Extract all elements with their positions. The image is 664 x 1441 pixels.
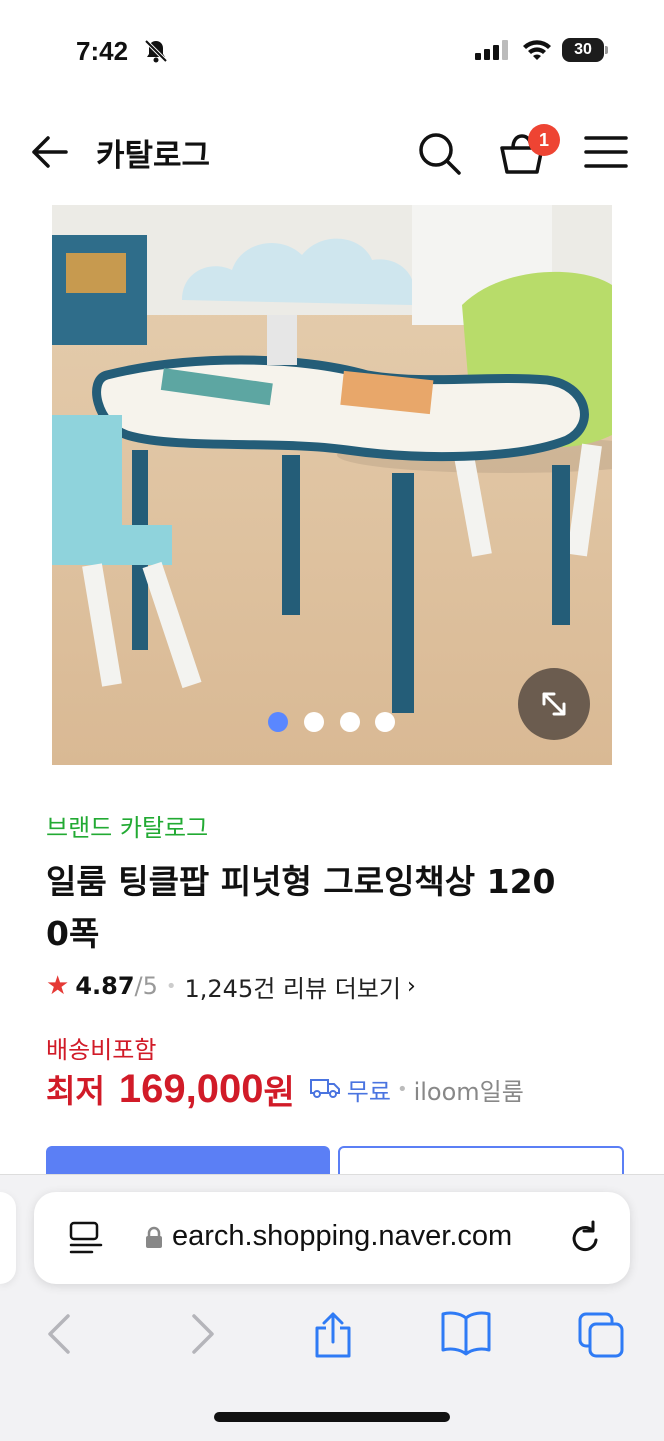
- browser-back-icon[interactable]: [44, 1310, 76, 1362]
- page-title: 카탈로그: [96, 138, 211, 174]
- expand-image-button[interactable]: [518, 668, 590, 740]
- free-shipping-label: 무료: [346, 1077, 391, 1106]
- product-title: 일룸 팅클팝 피넛형 그로잉책상 120 0폭: [46, 856, 616, 960]
- chevron-right-icon: ›: [406, 973, 416, 999]
- brand-catalog-link[interactable]: 브랜드 카탈로그: [46, 808, 208, 843]
- tabs-icon[interactable]: [576, 1310, 626, 1364]
- product-title-line-1: 일룸 팅클팝 피넛형 그로잉책상 120: [46, 862, 556, 901]
- lock-icon: [144, 1226, 164, 1254]
- address-bar[interactable]: earch.shopping.naver.com: [34, 1192, 630, 1284]
- rating-max: /5: [134, 972, 158, 1000]
- separator-dot: •: [396, 1078, 408, 1100]
- price-row: 최저 169,000 원 무료 • iloom일룸: [46, 1064, 524, 1114]
- browser-forward-icon[interactable]: [186, 1310, 218, 1362]
- pagination-dot-3[interactable]: [340, 712, 360, 732]
- battery-cap: [605, 46, 608, 54]
- separator-dot: •: [165, 975, 177, 997]
- pagination-dot-2[interactable]: [304, 712, 324, 732]
- price-value: 169,000: [118, 1066, 264, 1111]
- product-title-line-2: 0폭: [46, 914, 100, 953]
- status-bar: 7:42 30: [0, 0, 664, 100]
- cart-count-badge: 1: [528, 124, 560, 156]
- reader-mode-icon[interactable]: [68, 1220, 104, 1260]
- status-time: 7:42: [76, 36, 129, 66]
- price-currency: 원: [263, 1072, 295, 1113]
- back-arrow-icon[interactable]: [28, 132, 70, 176]
- wifi-icon: [522, 38, 552, 66]
- search-icon[interactable]: [416, 130, 462, 180]
- pagination-dot-4[interactable]: [375, 712, 395, 732]
- url-text[interactable]: earch.shopping.naver.com: [172, 1220, 512, 1253]
- star-icon: ★: [46, 971, 70, 1001]
- home-indicator: [214, 1412, 450, 1422]
- share-icon[interactable]: [312, 1310, 354, 1364]
- cellular-signal-icon: [475, 40, 509, 64]
- rating-row: ★ 4.87 /5 • 1,245건 리뷰 더보기 ›: [46, 968, 416, 1004]
- app-header: 카탈로그 1: [0, 110, 664, 196]
- delivery-truck-icon: [309, 1075, 341, 1103]
- seller-name[interactable]: iloom일룸: [414, 1072, 524, 1107]
- expand-arrows-icon: [542, 692, 566, 716]
- lowest-price-label: 최저: [46, 1072, 105, 1110]
- reload-icon[interactable]: [566, 1218, 604, 1262]
- reviews-link[interactable]: 1,245건 리뷰 더보기: [185, 969, 401, 1004]
- rating-score: 4.87: [75, 972, 135, 1000]
- pagination-dot-1[interactable]: [268, 712, 288, 732]
- hamburger-menu-icon[interactable]: [584, 134, 628, 174]
- shipping-included-label: 배송비포함: [46, 1036, 157, 1064]
- battery-indicator: 30: [562, 38, 604, 62]
- previous-tab-peek[interactable]: [0, 1192, 16, 1284]
- bookmarks-icon[interactable]: [440, 1310, 492, 1360]
- silent-bell-icon: [143, 38, 169, 68]
